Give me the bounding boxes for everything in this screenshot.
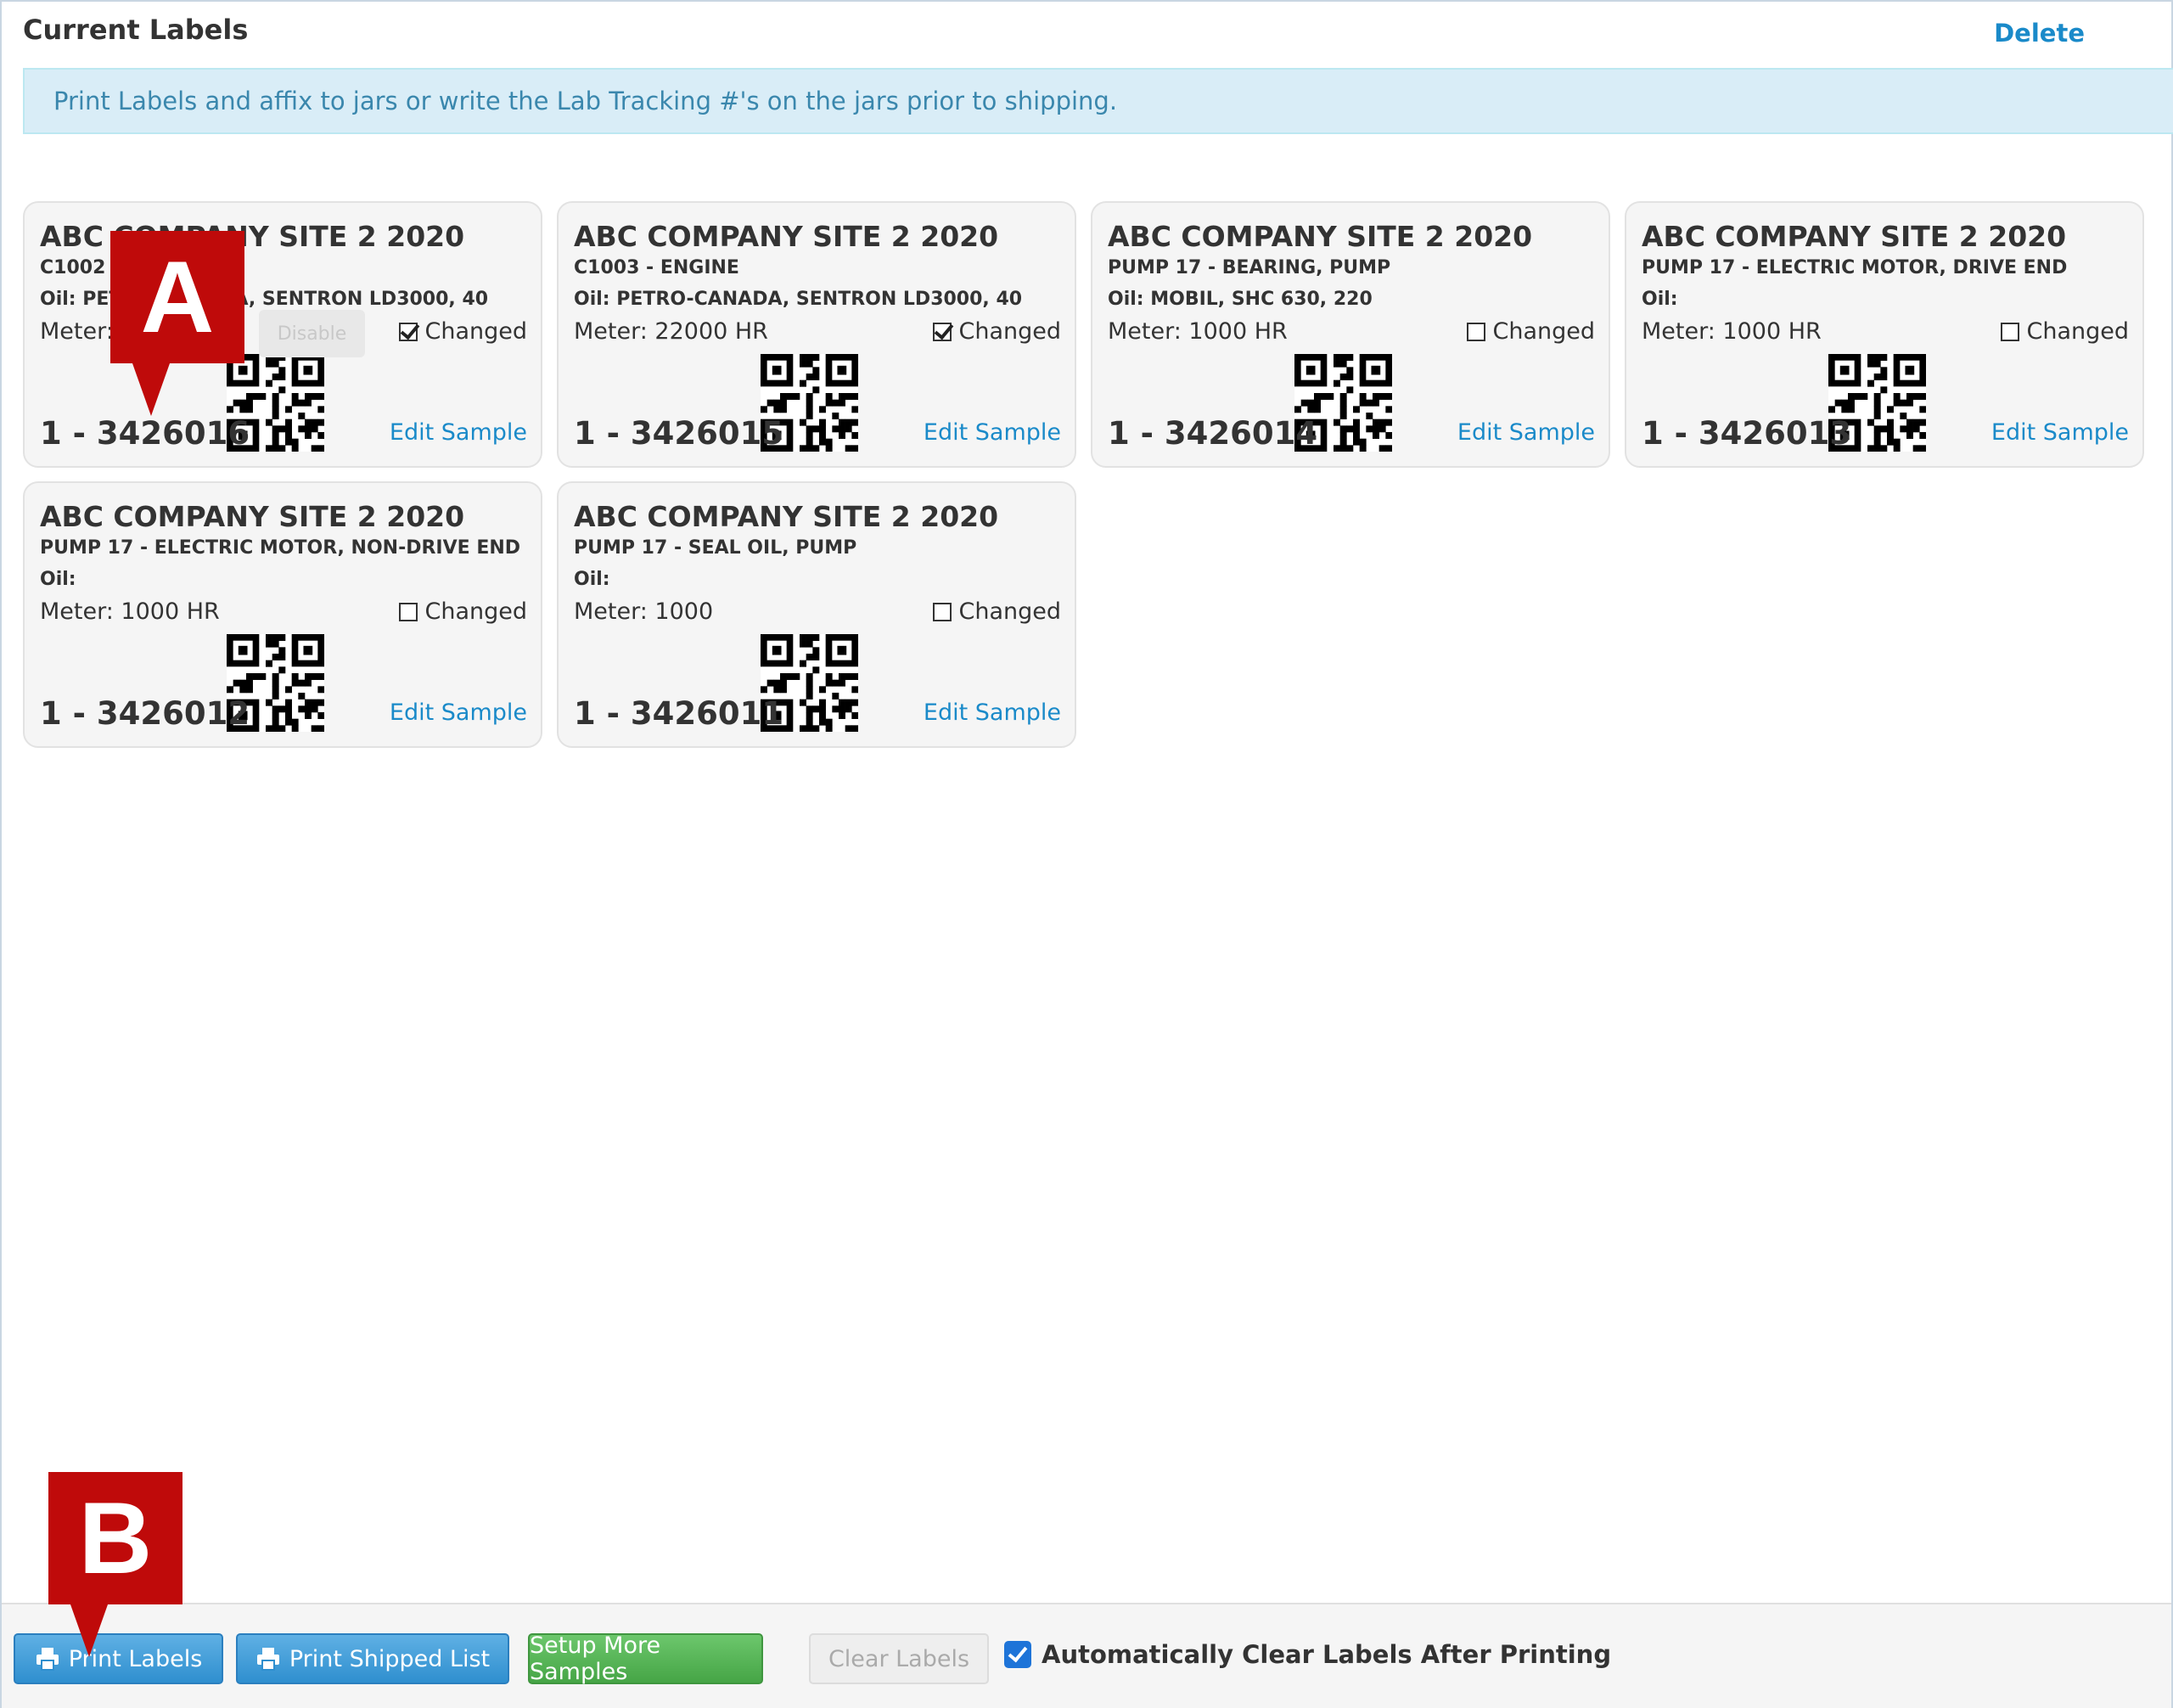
edit-sample-link[interactable]: Edit Sample bbox=[1457, 419, 1595, 446]
auto-clear-checkbox[interactable] bbox=[1004, 1641, 1031, 1668]
changed-toggle[interactable]: Changed bbox=[399, 598, 527, 625]
label-company: ABC COMPANY SITE 2 2020 bbox=[40, 220, 465, 253]
edit-sample-link[interactable]: Edit Sample bbox=[924, 699, 1061, 726]
label-company: ABC COMPANY SITE 2 2020 bbox=[1642, 220, 2067, 253]
disable-button[interactable]: Disable bbox=[259, 310, 365, 357]
info-alert: Print Labels and affix to jars or write … bbox=[23, 68, 2173, 134]
label-point: C1003 - ENGINE bbox=[574, 257, 739, 278]
changed-label: Changed bbox=[424, 598, 527, 625]
setup-more-samples-button[interactable]: Setup More Samples bbox=[528, 1632, 763, 1685]
auto-clear-toggle[interactable]: Automatically Clear Labels After Printin… bbox=[1004, 1640, 1611, 1669]
label-meter: Meter: 22000 HR bbox=[574, 318, 768, 345]
print-shipped-list-label: Print Shipped List bbox=[289, 1645, 491, 1672]
print-labels-button[interactable]: Print Labels bbox=[14, 1633, 223, 1684]
changed-checkbox[interactable] bbox=[399, 602, 418, 621]
label-meter: Meter: 1000 bbox=[574, 598, 714, 625]
callout-b: B bbox=[48, 1472, 182, 1657]
callout-a: A bbox=[110, 231, 244, 416]
changed-toggle[interactable]: Changed bbox=[399, 318, 527, 345]
label-oil: Oil: PETRO-CANADA, SENTRON LD3000, 40 bbox=[574, 289, 1023, 310]
auto-clear-label: Automatically Clear Labels After Printin… bbox=[1042, 1640, 1612, 1669]
page-title: Current Labels bbox=[23, 14, 249, 46]
label-oil: Oil: bbox=[574, 569, 610, 590]
label-company: ABC COMPANY SITE 2 2020 bbox=[574, 500, 999, 533]
callout-a-letter: A bbox=[140, 240, 215, 354]
changed-label: Changed bbox=[958, 318, 1061, 345]
label-meter: Meter: 1000 HR bbox=[40, 598, 220, 625]
label-card: ABC COMPANY SITE 2 2020 PUMP 17 - ELECTRI… bbox=[23, 481, 542, 748]
label-company: ABC COMPANY SITE 2 2020 bbox=[1108, 220, 1533, 253]
changed-toggle[interactable]: Changed bbox=[933, 598, 1061, 625]
label-card: ABC COMPANY SITE 2 2020 PUMP 17 - ELECTRI… bbox=[1625, 201, 2144, 468]
label-oil: Oil: bbox=[1642, 289, 1678, 310]
changed-toggle[interactable]: Changed bbox=[2001, 318, 2129, 345]
delete-link[interactable]: Delete bbox=[1994, 19, 2085, 48]
label-meter: Meter: 1000 HR bbox=[1108, 318, 1288, 345]
label-card: ABC COMPANY SITE 2 2020 C1003 - ENGINE Oil… bbox=[557, 201, 1076, 468]
clear-labels-label: Clear Labels bbox=[828, 1645, 970, 1672]
print-shipped-list-button[interactable]: Print Shipped List bbox=[236, 1633, 509, 1684]
changed-label: Changed bbox=[424, 318, 527, 345]
label-company: ABC COMPANY SITE 2 2020 bbox=[574, 220, 999, 253]
tracking-number: 1 - 3426011 bbox=[574, 695, 784, 732]
tracking-number: 1 - 3426014 bbox=[1108, 415, 1318, 452]
edit-sample-link[interactable]: Edit Sample bbox=[924, 419, 1061, 446]
changed-label: Changed bbox=[2026, 318, 2129, 345]
clear-labels-button[interactable]: Clear Labels bbox=[809, 1633, 989, 1684]
printer-icon bbox=[36, 1648, 59, 1671]
label-oil: Oil: PETRO-CANADA, SENTRON LD3000, 40 bbox=[40, 289, 489, 310]
changed-label: Changed bbox=[958, 598, 1061, 625]
edit-sample-link[interactable]: Edit Sample bbox=[1991, 419, 2129, 446]
printer-icon bbox=[256, 1648, 279, 1671]
tracking-number: 1 - 3426012 bbox=[40, 695, 250, 732]
changed-toggle[interactable]: Changed bbox=[1467, 318, 1595, 345]
tracking-number: 1 - 3426016 bbox=[40, 415, 250, 452]
edit-sample-link[interactable]: Edit Sample bbox=[390, 419, 527, 446]
label-company: ABC COMPANY SITE 2 2020 bbox=[40, 500, 465, 533]
label-point: PUMP 17 - ELECTRIC MOTOR, NON-DRIVE END bbox=[40, 537, 521, 559]
label-meter: Meter: 1000 HR bbox=[1642, 318, 1822, 345]
callout-b-letter: B bbox=[78, 1481, 153, 1595]
changed-checkbox[interactable] bbox=[1467, 322, 1486, 341]
changed-checkbox[interactable] bbox=[2001, 322, 2020, 341]
edit-sample-link[interactable]: Edit Sample bbox=[390, 699, 527, 726]
label-oil: Oil: bbox=[40, 569, 76, 590]
label-point: PUMP 17 - SEAL OIL, PUMP bbox=[574, 537, 857, 559]
setup-more-samples-label: Setup More Samples bbox=[530, 1632, 661, 1685]
label-point: PUMP 17 - ELECTRIC MOTOR, DRIVE END bbox=[1642, 257, 2068, 278]
changed-toggle[interactable]: Changed bbox=[933, 318, 1061, 345]
label-oil: Oil: MOBIL, SHC 630, 220 bbox=[1108, 289, 1373, 310]
changed-checkbox[interactable] bbox=[399, 322, 418, 341]
changed-checkbox[interactable] bbox=[933, 602, 952, 621]
label-card: ABC COMPANY SITE 2 2020 PUMP 17 - SEAL OI… bbox=[557, 481, 1076, 748]
label-card: ABC COMPANY SITE 2 2020 PUMP 17 - BEARING… bbox=[1091, 201, 1610, 468]
tracking-number: 1 - 3426015 bbox=[574, 415, 784, 452]
changed-checkbox[interactable] bbox=[933, 322, 952, 341]
tracking-number: 1 - 3426013 bbox=[1642, 415, 1852, 452]
label-point: PUMP 17 - BEARING, PUMP bbox=[1108, 257, 1391, 278]
changed-label: Changed bbox=[1492, 318, 1595, 345]
